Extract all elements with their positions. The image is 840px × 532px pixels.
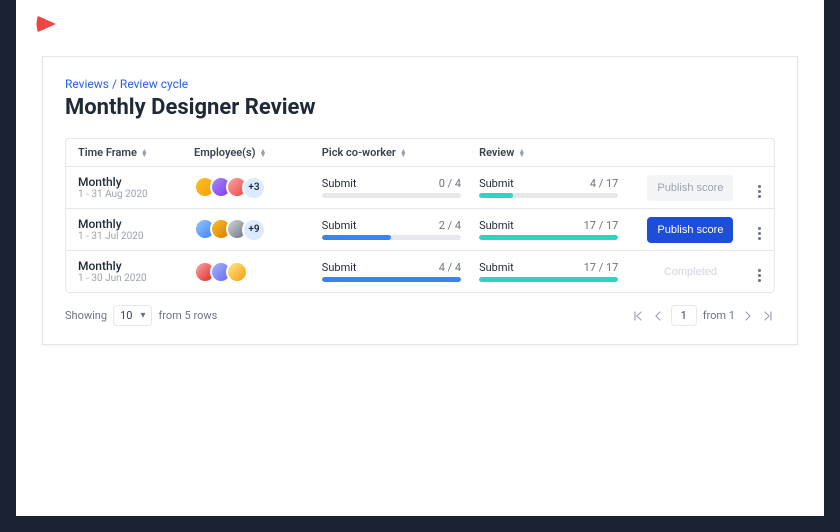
pick-count: 0 / 4 — [439, 177, 461, 190]
review-progress: Submit 17 / 17 — [479, 219, 636, 240]
breadcrumb-parent[interactable]: Reviews — [65, 77, 109, 91]
col-header-time-label: Time Frame — [78, 146, 137, 159]
employee-avatars[interactable]: +9 — [194, 218, 322, 242]
sort-icon: ▲▼ — [518, 149, 525, 157]
col-header-review[interactable]: Review ▲▼ — [479, 146, 636, 159]
review-label: Submit — [479, 177, 514, 190]
first-page-icon[interactable] — [631, 311, 645, 321]
pick-bar — [322, 235, 461, 240]
publish-score-button[interactable]: Publish score — [647, 175, 733, 201]
row-menu-icon[interactable] — [754, 181, 765, 202]
chevron-down-icon: ▾ — [140, 310, 145, 321]
breadcrumb: Reviews / Review cycle — [65, 77, 775, 91]
employee-avatars[interactable] — [194, 261, 322, 283]
completed-label: Completed — [654, 259, 727, 285]
review-label: Submit — [479, 219, 514, 232]
date-range: 1 - 30 Jun 2020 — [78, 273, 194, 284]
sort-icon: ▲▼ — [400, 149, 407, 157]
col-header-time[interactable]: Time Frame ▲▼ — [66, 146, 194, 159]
pick-count: 2 / 4 — [439, 219, 461, 232]
sort-icon: ▲▼ — [260, 149, 267, 157]
table-row: Monthly1 - 31 Jul 2020 +9 Submit 2 / 4 Su… — [66, 209, 774, 251]
review-count: 17 / 17 — [584, 219, 619, 232]
review-bar — [479, 235, 618, 240]
publish-score-button[interactable]: Publish score — [647, 217, 733, 243]
date-range: 1 - 31 Jul 2020 — [78, 231, 194, 242]
pick-label: Submit — [322, 219, 357, 232]
avatar-more-badge[interactable]: +9 — [242, 218, 266, 242]
sort-icon: ▲▼ — [141, 149, 148, 157]
row-menu-icon[interactable] — [754, 265, 765, 286]
content-card: Reviews / Review cycle Monthly Designer … — [42, 56, 798, 345]
review-count: 4 / 17 — [590, 177, 619, 190]
next-page-icon[interactable] — [741, 311, 755, 321]
table-row: Monthly1 - 31 Aug 2020 +3 Submit 0 / 4 Su… — [66, 167, 774, 209]
pick-label: Submit — [322, 177, 357, 190]
page-title: Monthly Designer Review — [65, 95, 775, 120]
page-input[interactable]: 1 — [671, 305, 697, 326]
review-table: Time Frame ▲▼ Employee(s) ▲▼ Pick co-wor… — [65, 138, 775, 293]
pick-progress: Submit 4 / 4 — [322, 261, 479, 282]
row-menu-icon[interactable] — [754, 223, 765, 244]
page-size-select[interactable]: 10 ▾ — [113, 305, 152, 326]
last-page-icon[interactable] — [761, 311, 775, 321]
review-label: Submit — [479, 261, 514, 274]
col-header-pick[interactable]: Pick co-worker ▲▼ — [322, 146, 479, 159]
col-header-review-label: Review — [479, 146, 514, 159]
pick-label: Submit — [322, 261, 357, 274]
table-row: Monthly1 - 30 Jun 2020 Submit 4 / 4 Subm… — [66, 251, 774, 292]
breadcrumb-sep: / — [112, 77, 117, 91]
avatar-more-badge[interactable]: +3 — [242, 176, 266, 200]
col-header-employee[interactable]: Employee(s) ▲▼ — [194, 146, 322, 159]
review-progress: Submit 4 / 17 — [479, 177, 636, 198]
from-pages-label: from 1 — [703, 309, 735, 322]
pick-count: 4 / 4 — [439, 261, 461, 274]
pick-bar — [322, 193, 461, 198]
pick-bar — [322, 277, 461, 282]
review-bar — [479, 193, 618, 198]
brand-logo — [34, 12, 68, 36]
review-count: 17 / 17 — [584, 261, 619, 274]
period-label: Monthly — [78, 259, 194, 273]
table-header: Time Frame ▲▼ Employee(s) ▲▼ Pick co-wor… — [66, 139, 774, 167]
pagination: Showing 10 ▾ from 5 rows 1 from 1 — [65, 305, 775, 326]
avatar — [226, 261, 248, 283]
prev-page-icon[interactable] — [651, 311, 665, 321]
review-progress: Submit 17 / 17 — [479, 261, 636, 282]
period-label: Monthly — [78, 217, 194, 231]
review-bar — [479, 277, 618, 282]
pick-progress: Submit 0 / 4 — [322, 177, 479, 198]
employee-avatars[interactable]: +3 — [194, 176, 322, 200]
col-header-employee-label: Employee(s) — [194, 146, 256, 159]
pagination-right: 1 from 1 — [631, 305, 775, 326]
breadcrumb-child[interactable]: Review cycle — [120, 77, 188, 91]
col-header-pick-label: Pick co-worker — [322, 146, 396, 159]
from-rows-label: from 5 rows — [158, 309, 217, 322]
pagination-left: Showing 10 ▾ from 5 rows — [65, 305, 217, 326]
showing-label: Showing — [65, 309, 107, 322]
page-size-value: 10 — [120, 309, 132, 322]
pick-progress: Submit 2 / 4 — [322, 219, 479, 240]
period-label: Monthly — [78, 175, 194, 189]
date-range: 1 - 31 Aug 2020 — [78, 189, 194, 200]
